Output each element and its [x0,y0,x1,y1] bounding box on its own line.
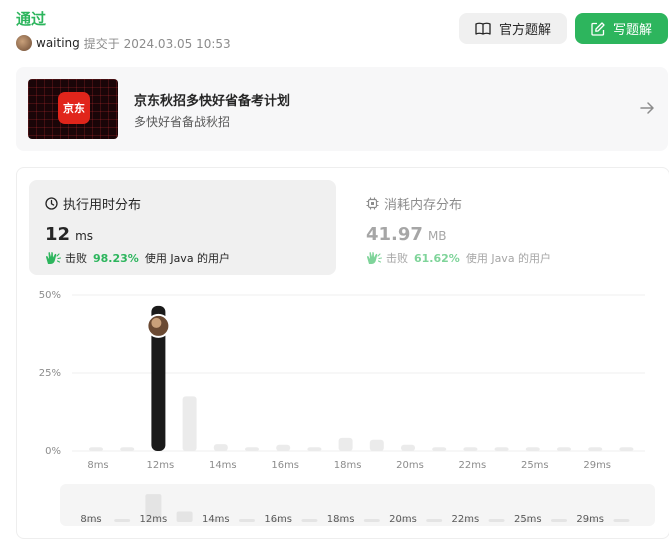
chart-bar [401,444,415,451]
x-tick-label: 25ms [521,460,549,471]
navigator-tick-label: 22ms [452,514,480,525]
chart-bar [588,447,603,451]
x-tick-label: 29ms [583,460,611,471]
navigator-bar [301,519,318,522]
chart-bar [120,447,135,451]
x-tick-label: 14ms [209,460,237,471]
chart-bar [182,396,197,451]
chart-bar [619,447,634,451]
navigator-bar [176,511,193,522]
x-tick-label: 8ms [87,460,108,471]
navigator-bar [551,519,567,522]
y-tick-label: 25% [39,368,61,379]
x-tick-label: 20ms [396,460,424,471]
navigator-bar [426,519,443,522]
navigator-tick-label: 29ms [576,514,604,525]
chart-bar [432,447,447,451]
runtime-distribution-chart[interactable]: 50% 25% 0% 8ms 12ms 14ms 16ms 18ms 20ms 22ms 25ms 2… [0,0,669,545]
navigator-bar [239,519,255,522]
chart-bar [307,447,322,451]
navigator-bar [363,519,380,522]
navigator-tick-label: 14ms [202,514,230,525]
chart-bar [276,444,291,451]
navigator-tick-label: 16ms [264,514,292,525]
user-avatar-marker-face [151,317,162,328]
navigator-tick-label: 20ms [389,514,417,525]
x-tick-label: 16ms [271,460,299,471]
chart-bar [245,447,259,451]
navigator-bar [613,519,630,522]
navigator-bar [488,519,505,522]
x-tick-label: 12ms [147,460,175,471]
x-tick-label: 18ms [334,460,362,471]
chart-bar [494,447,509,451]
chart-bar [525,447,540,451]
navigator-tick-label: 8ms [80,514,101,525]
navigator-tick-label: 12ms [140,514,168,525]
chart-bar [89,447,103,451]
chart-bar [557,447,571,451]
navigator-tick-label: 25ms [514,514,542,525]
chart-bar [213,444,228,451]
navigator-tick-label: 18ms [327,514,355,525]
chart-bar [463,447,478,451]
x-tick-label: 22ms [459,460,487,471]
chart-bar [369,439,384,451]
y-tick-label: 50% [39,290,61,301]
navigator-bar [114,519,131,522]
chart-bar [338,437,353,451]
y-tick-label: 0% [45,446,61,457]
